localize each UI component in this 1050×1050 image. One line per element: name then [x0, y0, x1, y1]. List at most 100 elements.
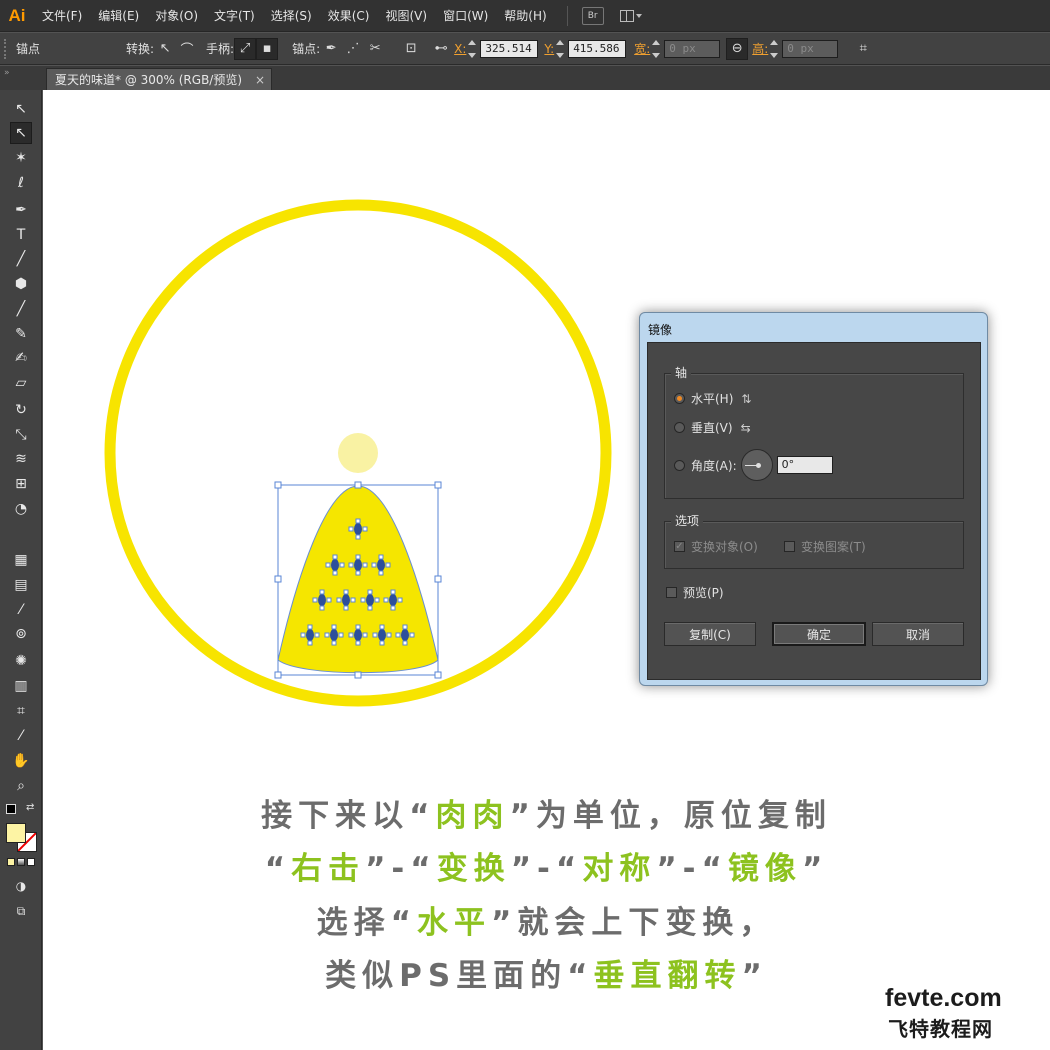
graph-icon[interactable]: ▥ — [10, 675, 32, 697]
menu-view[interactable]: 视图(V) — [377, 7, 435, 24]
line-icon[interactable]: ╱ — [10, 248, 32, 270]
angle-radio[interactable] — [674, 459, 685, 471]
document-tab-bar: » 夏天的味道* @ 300% (RGB/预览) × — [0, 66, 1050, 90]
isolate-anchor-icon[interactable]: ⊡ — [400, 38, 422, 60]
pen-icon[interactable]: ✒ — [10, 199, 32, 221]
caption-line-1: 接下来以“肉肉”为单位，原位复制 — [43, 790, 1050, 835]
transform-objects-label: 变换对象(O) — [691, 540, 758, 554]
blob-brush-icon[interactable]: ✍ — [10, 347, 32, 369]
width-stepper[interactable] — [652, 39, 662, 58]
menu-select[interactable]: 选择(S) — [263, 7, 320, 24]
caption-text: 选择“ — [316, 905, 417, 941]
hide-handles-icon[interactable]: ▪ — [256, 37, 279, 60]
menu-edit[interactable]: 编辑(E) — [90, 7, 147, 24]
close-icon[interactable]: × — [255, 73, 265, 87]
menu-object[interactable]: 对象(O) — [147, 7, 206, 24]
vertical-radio[interactable] — [674, 422, 685, 433]
link-icon[interactable]: ⊖ — [726, 37, 749, 60]
transform-patterns-option[interactable]: 变换图案(T) — [784, 538, 866, 555]
panel-grip[interactable] — [4, 38, 10, 59]
toolbox: ↖ ↖ ✶ ℓ ✒ T ╱ ⬢ ╱ ✎ ✍ ▱ ↻ ⤡ ≋ ⊞ ◔ ▦ ▤ ⁄ … — [0, 90, 42, 1050]
angle-field[interactable]: 0° — [776, 456, 833, 474]
x-stepper[interactable] — [468, 39, 478, 58]
remove-anchor-icon[interactable]: ✒ — [320, 38, 342, 60]
color-mode-icons[interactable] — [7, 858, 37, 867]
angle-option[interactable]: 角度(A): 0° — [674, 449, 833, 481]
width-label: 宽: — [634, 42, 651, 56]
cut-path-icon[interactable]: ✂ — [364, 38, 386, 60]
transform-objects-option[interactable]: ✓ 变换对象(O) — [674, 538, 758, 555]
blend-icon[interactable]: ⊚ — [10, 623, 32, 645]
direct-selection-tool-icon[interactable]: ↖ — [10, 122, 32, 144]
cancel-button[interactable]: 取消 — [872, 622, 964, 646]
paintbrush-icon[interactable]: ╱ — [10, 298, 32, 320]
menu-window[interactable]: 窗口(W) — [435, 7, 496, 24]
horizontal-radio[interactable] — [674, 393, 685, 404]
screen-mode-icon[interactable]: ⧉ — [10, 900, 32, 922]
rotate-icon[interactable]: ↻ — [10, 399, 32, 421]
angle-dial[interactable] — [740, 449, 773, 481]
document-tab[interactable]: 夏天的味道* @ 300% (RGB/预览) × — [46, 68, 272, 90]
selection-tool-icon[interactable]: ↖ — [10, 98, 32, 120]
control-bar: 锚点 转换: ↖ ⌒ 手柄: ⤢ ▪ 锚点: ✒ ⋰ ✂ ⊡ ⊷ X: 325.… — [0, 33, 1050, 65]
horizontal-option[interactable]: 水平(H) ⇅ — [674, 390, 751, 407]
caption-highlight: 水平 — [417, 905, 491, 941]
artboard-icon[interactable]: ⌗ — [10, 700, 32, 722]
perspective-grid-icon[interactable]: ▦ — [10, 549, 32, 571]
shape-icon[interactable]: ⬢ — [10, 273, 32, 295]
hand-icon[interactable]: ✋ — [10, 750, 32, 772]
type-icon[interactable]: T — [10, 224, 32, 246]
watermark-site: 飞特教程网 — [888, 1017, 993, 1041]
fill-swatch[interactable] — [6, 823, 26, 843]
caption-text: 类似PS里面的“ — [325, 958, 594, 994]
ok-button[interactable]: 确定 — [772, 622, 866, 646]
copy-button[interactable]: 复制(C) — [664, 622, 756, 646]
document-tab-title: 夏天的味道* @ 300% (RGB/预览) — [55, 73, 243, 87]
scale-icon[interactable]: ⤡ — [10, 424, 32, 446]
vertical-axis-icon: ⇆ — [740, 420, 751, 435]
lasso-icon[interactable]: ℓ — [10, 172, 32, 194]
eyedropper-icon[interactable]: ⁄ — [10, 599, 32, 621]
pencil-icon[interactable]: ✎ — [10, 323, 32, 345]
gradient-icon[interactable]: ▤ — [10, 574, 32, 596]
caption-line-2: “右击”-“变换”-“对称”-“镜像” — [43, 843, 1050, 888]
magic-wand-icon[interactable]: ✶ — [10, 147, 32, 169]
width-icon[interactable]: ≋ — [10, 448, 32, 470]
show-handles-icon[interactable]: ⤢ — [234, 37, 257, 60]
height-field[interactable]: 0 px — [782, 39, 839, 58]
transform-icon[interactable]: ⌗ — [852, 38, 874, 60]
vertical-option[interactable]: 垂直(V) ⇆ — [674, 419, 751, 436]
slice-icon[interactable]: ⁄ — [10, 725, 32, 747]
preview-option[interactable]: 预览(P) — [666, 584, 724, 601]
connect-anchor-icon[interactable]: ⋰ — [342, 38, 364, 60]
y-stepper[interactable] — [556, 39, 566, 58]
align-anchor-icon[interactable]: ⊷ — [430, 38, 452, 60]
y-field[interactable]: 415.586 — [568, 39, 627, 58]
chevron-down-icon — [635, 13, 642, 18]
symbol-sprayer-icon[interactable]: ✺ — [10, 650, 32, 672]
height-stepper[interactable] — [770, 39, 780, 58]
menu-file[interactable]: 文件(F) — [34, 7, 90, 24]
caption-text: ” — [741, 958, 768, 994]
eraser-icon[interactable]: ▱ — [10, 372, 32, 394]
swap-colors-icon[interactable]: ⇄ — [26, 802, 34, 813]
width-field[interactable]: 0 px — [664, 39, 721, 58]
shape-builder-icon[interactable]: ◔ — [10, 498, 32, 520]
menu-help[interactable]: 帮助(H) — [496, 7, 554, 24]
workspace-switcher[interactable] — [619, 7, 648, 25]
zoom-icon[interactable]: ⌕ — [10, 775, 32, 797]
free-transform-icon[interactable]: ⊞ — [10, 473, 32, 495]
caption-text: “ — [264, 851, 292, 887]
collapse-icon[interactable]: » — [0, 66, 42, 90]
transform-patterns-checkbox[interactable] — [784, 541, 795, 552]
x-field[interactable]: 325.514 — [480, 39, 539, 58]
preview-checkbox[interactable] — [666, 587, 677, 598]
menu-effect[interactable]: 效果(C) — [320, 7, 378, 24]
draw-mode-icon[interactable]: ◑ — [10, 875, 32, 897]
transform-objects-checkbox[interactable]: ✓ — [674, 541, 685, 552]
default-colors-icon[interactable] — [6, 804, 16, 814]
menu-type[interactable]: 文字(T) — [206, 7, 263, 24]
convert-smooth-icon[interactable]: ⌒ — [176, 38, 198, 60]
bridge-button[interactable]: Br — [581, 6, 604, 25]
convert-corner-icon[interactable]: ↖ — [154, 38, 176, 60]
